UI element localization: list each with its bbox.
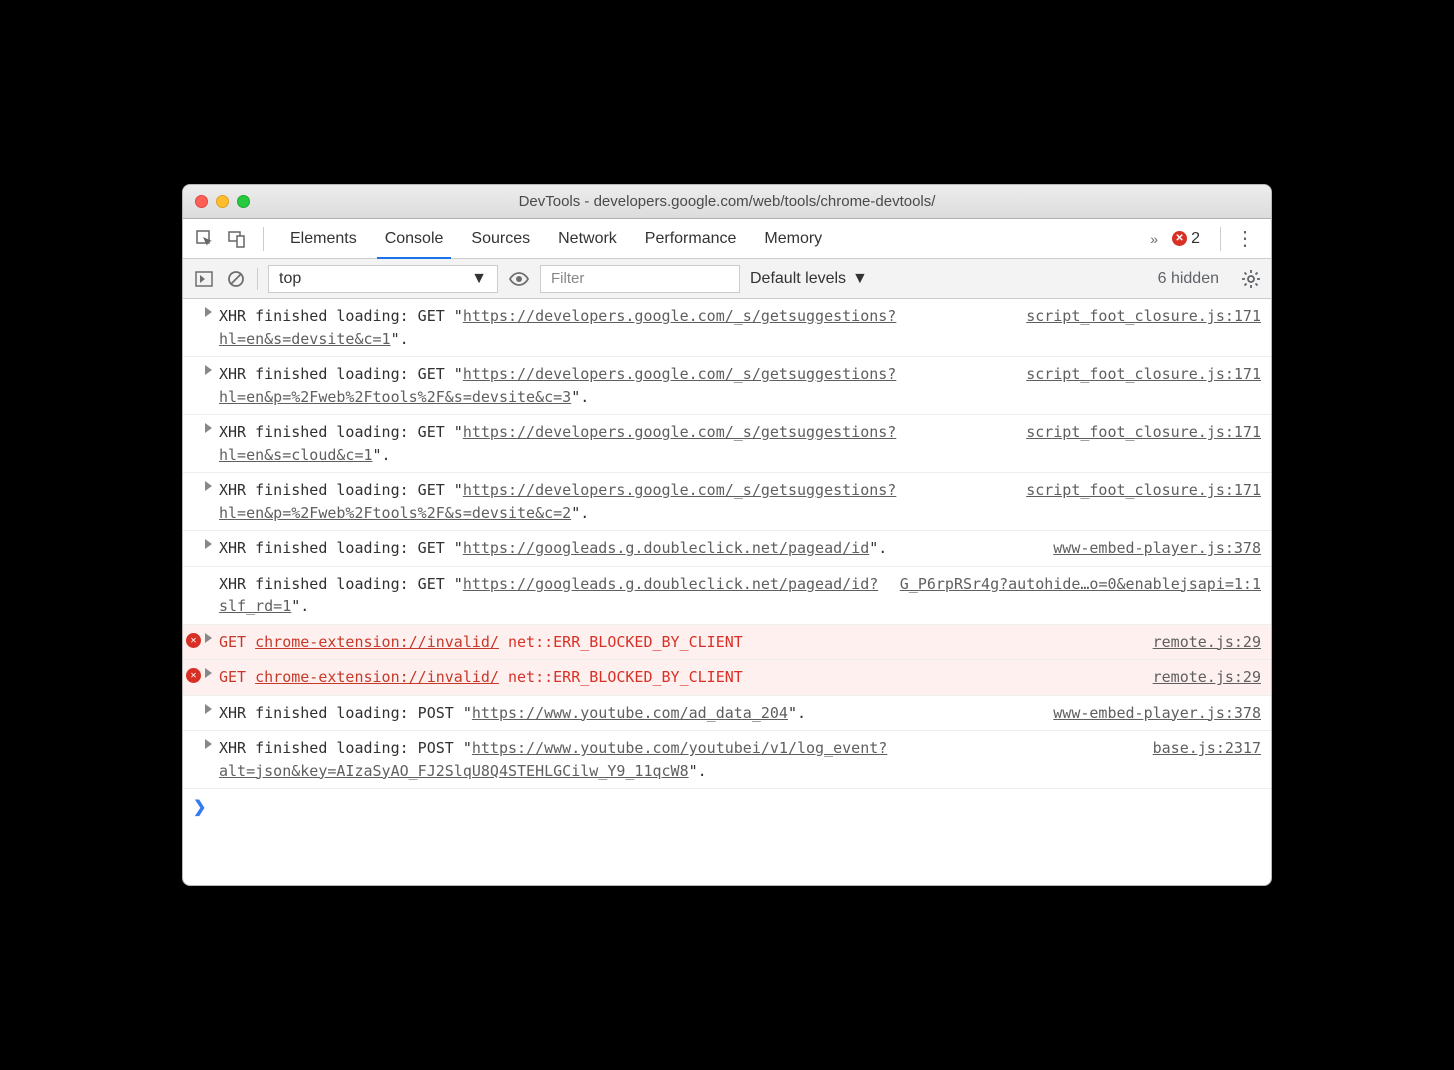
tab-elements[interactable]: Elements <box>276 219 371 258</box>
filter-placeholder: Filter <box>551 270 584 287</box>
filter-input[interactable]: Filter <box>540 265 740 293</box>
console-row[interactable]: script_foot_closure.js:171XHR finished l… <box>183 473 1271 531</box>
window-title: DevTools - developers.google.com/web/too… <box>183 193 1271 210</box>
message-url[interactable]: https://googleads.g.doubleclick.net/page… <box>219 575 878 616</box>
expand-icon[interactable] <box>205 365 212 375</box>
source-link[interactable]: script_foot_closure.js:171 <box>1026 363 1261 386</box>
source-link[interactable]: script_foot_closure.js:171 <box>1026 421 1261 444</box>
dropdown-icon: ▼ <box>852 270 868 288</box>
console-toolbar: top ▼ Filter Default levels ▼ 6 hidden <box>183 259 1271 299</box>
message-text: GET chrome-extension://invalid/ net::ERR… <box>219 631 1261 654</box>
message-url[interactable]: chrome-extension://invalid/ <box>255 668 499 686</box>
console-row[interactable]: script_foot_closure.js:171XHR finished l… <box>183 299 1271 357</box>
error-icon: ✕ <box>186 633 201 648</box>
console-row[interactable]: www-embed-player.js:378XHR finished load… <box>183 696 1271 732</box>
source-link[interactable]: G_P6rpRSr4g?autohide…o=0&enablejsapi=1:1 <box>900 573 1261 596</box>
source-link[interactable]: script_foot_closure.js:171 <box>1026 479 1261 502</box>
divider <box>263 227 264 251</box>
error-text: net::ERR_BLOCKED_BY_CLIENT <box>499 668 743 686</box>
expand-icon[interactable] <box>205 704 212 714</box>
context-select[interactable]: top ▼ <box>268 265 498 293</box>
console-row[interactable]: ✕ remote.js:29GET chrome-extension://inva… <box>183 625 1271 661</box>
close-button[interactable] <box>195 195 208 208</box>
message-url[interactable]: https://developers.google.com/_s/getsugg… <box>219 365 896 406</box>
live-expression-icon[interactable] <box>508 268 530 290</box>
console-messages: script_foot_closure.js:171 XHR finished l… <box>183 299 1271 789</box>
message-url[interactable]: https://developers.google.com/_s/getsugg… <box>219 481 896 522</box>
minimize-button[interactable] <box>216 195 229 208</box>
tab-network[interactable]: Network <box>544 219 631 258</box>
console-row[interactable]: script_foot_closure.js:171XHR finished l… <box>183 415 1271 473</box>
tab-console[interactable]: Console <box>371 219 458 258</box>
console-row[interactable]: G_P6rpRSr4g?autohide…o=0&enablejsapi=1:1… <box>183 567 1271 625</box>
levels-label: Default levels <box>750 270 846 288</box>
expand-icon[interactable] <box>205 423 212 433</box>
context-value: top <box>279 270 301 288</box>
error-icon: ✕ <box>1172 231 1187 246</box>
error-count: 2 <box>1191 230 1200 248</box>
source-link[interactable]: remote.js:29 <box>1153 666 1261 689</box>
tab-sources[interactable]: Sources <box>457 219 544 258</box>
inspect-icon[interactable] <box>191 225 219 253</box>
source-link[interactable]: script_foot_closure.js:171 <box>1026 305 1261 328</box>
hidden-count[interactable]: 6 hidden <box>1158 270 1219 288</box>
expand-icon[interactable] <box>205 739 212 749</box>
devtools-window: DevTools - developers.google.com/web/too… <box>182 184 1272 886</box>
console-row[interactable]: base.js:2317XHR finished loading: POST "… <box>183 731 1271 789</box>
divider <box>257 268 258 290</box>
message-url[interactable]: https://www.youtube.com/youtubei/v1/log_… <box>219 739 887 780</box>
expand-icon[interactable] <box>205 633 212 643</box>
expand-icon[interactable] <box>205 307 212 317</box>
tab-memory[interactable]: Memory <box>750 219 836 258</box>
message-url[interactable]: https://developers.google.com/_s/getsugg… <box>219 307 896 348</box>
console-row[interactable]: www-embed-player.js:378XHR finished load… <box>183 531 1271 567</box>
message-url[interactable]: https://www.youtube.com/ad_data_204 <box>472 704 788 722</box>
message-text: GET chrome-extension://invalid/ net::ERR… <box>219 666 1261 689</box>
expand-icon[interactable] <box>205 539 212 549</box>
tab-performance[interactable]: Performance <box>631 219 751 258</box>
error-count-badge[interactable]: ✕ 2 <box>1172 230 1200 248</box>
console-row[interactable]: ✕ remote.js:29GET chrome-extension://inva… <box>183 660 1271 696</box>
menu-icon[interactable]: ⋮ <box>1220 227 1263 251</box>
traffic-lights <box>195 195 250 208</box>
maximize-button[interactable] <box>237 195 250 208</box>
console-row[interactable]: script_foot_closure.js:171XHR finished l… <box>183 357 1271 415</box>
clear-console-icon[interactable] <box>225 268 247 290</box>
expand-icon[interactable] <box>205 481 212 491</box>
settings-icon[interactable] <box>1241 269 1261 289</box>
titlebar: DevTools - developers.google.com/web/too… <box>183 185 1271 219</box>
device-toggle-icon[interactable] <box>223 225 251 253</box>
tabs-overflow-icon[interactable]: » <box>1150 231 1158 247</box>
source-link[interactable]: www-embed-player.js:378 <box>1053 702 1261 725</box>
panel-tabs: ElementsConsoleSourcesNetworkPerformance… <box>183 219 1271 259</box>
source-link[interactable]: base.js:2317 <box>1153 737 1261 760</box>
message-url[interactable]: https://developers.google.com/_s/getsugg… <box>219 423 896 464</box>
dropdown-icon: ▼ <box>471 270 487 288</box>
source-link[interactable]: www-embed-player.js:378 <box>1053 537 1261 560</box>
levels-select[interactable]: Default levels ▼ <box>750 270 868 288</box>
expand-icon[interactable] <box>205 668 212 678</box>
source-link[interactable]: remote.js:29 <box>1153 631 1261 654</box>
sidebar-toggle-icon[interactable] <box>193 268 215 290</box>
error-text: net::ERR_BLOCKED_BY_CLIENT <box>499 633 743 651</box>
message-url[interactable]: https://googleads.g.doubleclick.net/page… <box>463 539 869 557</box>
message-url[interactable]: chrome-extension://invalid/ <box>255 633 499 651</box>
console-prompt[interactable]: ❯ <box>183 789 1271 825</box>
error-icon: ✕ <box>186 668 201 683</box>
message-text: XHR finished loading: POST "https://www.… <box>219 737 1261 782</box>
